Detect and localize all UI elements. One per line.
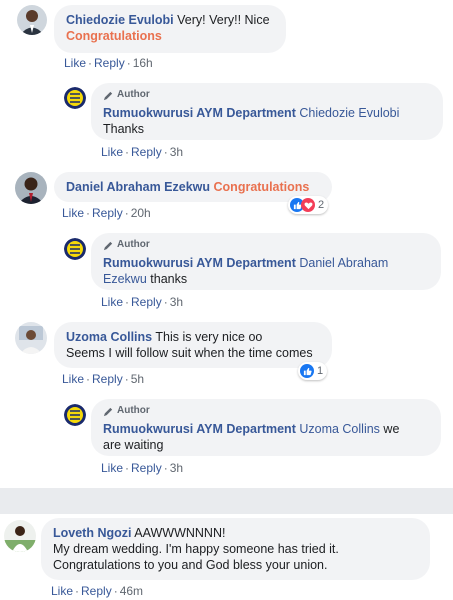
section-divider — [0, 488, 453, 514]
page-logo-icon — [64, 238, 86, 260]
comment-actions: Like · Reply · 5h — [62, 372, 145, 386]
reaction-count: 2 — [318, 199, 325, 211]
love-reaction-icon — [301, 198, 315, 212]
comment-bubble: Loveth Ngozi AAWWWNNNN! My dream wedding… — [41, 518, 430, 580]
comment-bubble: Uzoma Collins This is very nice oo Seems… — [54, 322, 332, 368]
commenter-name[interactable]: Rumuokwurusi AYM Department — [103, 256, 296, 270]
mention-link[interactable]: Uzoma Collins — [299, 422, 380, 436]
comment-bubble: Chiedozie Evulobi Very! Very!! Nice Cong… — [54, 5, 286, 53]
author-badge: Author — [103, 403, 429, 419]
comment-actions: Like · Reply · 16h — [64, 56, 153, 70]
timestamp[interactable]: 3h — [170, 295, 183, 309]
comment-highlight: Congratulations — [213, 180, 310, 194]
pencil-icon — [103, 407, 113, 416]
reply-text: thanks — [150, 272, 188, 286]
page-logo-icon — [64, 87, 86, 109]
like-link[interactable]: Like — [101, 461, 123, 475]
pencil-icon — [103, 91, 113, 100]
like-link[interactable]: Like — [62, 372, 84, 386]
reply-link[interactable]: Reply — [131, 461, 162, 475]
like-link[interactable]: Like — [101, 145, 123, 159]
mention-link[interactable]: Daniel Abraham — [299, 256, 388, 270]
page-logo-icon — [64, 404, 86, 426]
pencil-icon — [103, 241, 113, 250]
reply-text: Thanks — [103, 122, 144, 136]
comment-highlight: Congratulations — [66, 29, 162, 43]
timestamp[interactable]: 3h — [170, 145, 183, 159]
reaction-summary[interactable]: 2 — [288, 196, 329, 214]
reaction-count: 1 — [317, 365, 324, 377]
mention-link[interactable]: Ezekwu — [103, 272, 147, 286]
reaction-summary[interactable]: 1 — [298, 362, 328, 380]
avatar[interactable] — [15, 322, 47, 354]
reply-text: we — [383, 422, 400, 436]
reply-bubble: Author Rumuokwurusi AYM Department Uzoma… — [91, 399, 441, 456]
reply-link[interactable]: Reply — [131, 145, 162, 159]
comment-text: Seems I will follow suit when the time c… — [66, 346, 313, 360]
reply-link[interactable]: Reply — [131, 295, 162, 309]
like-link[interactable]: Like — [62, 206, 84, 220]
comment-text: My dream wedding. I'm happy someone has … — [53, 542, 339, 556]
comment-text: Very! Very!! Nice — [177, 13, 270, 27]
comment-actions: Like · Reply · 20h — [62, 206, 151, 220]
reply-link[interactable]: Reply — [81, 584, 112, 598]
avatar[interactable] — [4, 520, 36, 552]
author-badge: Author — [103, 237, 429, 253]
reply-link[interactable]: Reply — [94, 56, 125, 70]
author-badge: Author — [103, 87, 431, 103]
mention-link[interactable]: Chiedozie Evulobi — [299, 106, 399, 120]
avatar[interactable] — [15, 172, 47, 204]
commenter-name[interactable]: Uzoma Collins — [66, 330, 152, 344]
comment-text: AAWWWNNNN! — [134, 526, 226, 540]
person-photo-icon — [17, 5, 47, 35]
reply-bubble: Author Rumuokwurusi AYM Department Chied… — [91, 83, 443, 140]
like-link[interactable]: Like — [51, 584, 73, 598]
avatar[interactable] — [17, 5, 47, 35]
reply-bubble: Author Rumuokwurusi AYM Department Danie… — [91, 233, 441, 290]
comment-actions: Like · Reply · 46m — [51, 584, 144, 598]
timestamp[interactable]: 3h — [170, 461, 183, 475]
commenter-name[interactable]: Chiedozie Evulobi — [66, 13, 174, 27]
commenter-name[interactable]: Loveth Ngozi — [53, 526, 131, 540]
comment-text: This is very nice oo — [155, 330, 263, 344]
person-photo-icon — [4, 520, 36, 552]
reply-actions: Like · Reply · 3h — [101, 461, 184, 475]
reply-actions: Like · Reply · 3h — [101, 145, 184, 159]
comment-text: Congratulations to you and God bless you… — [53, 558, 328, 572]
timestamp[interactable]: 5h — [131, 372, 144, 386]
timestamp[interactable]: 20h — [131, 206, 151, 220]
commenter-name[interactable]: Rumuokwurusi AYM Department — [103, 106, 296, 120]
timestamp[interactable]: 46m — [120, 584, 143, 598]
like-link[interactable]: Like — [64, 56, 86, 70]
reply-actions: Like · Reply · 3h — [101, 295, 184, 309]
person-photo-icon — [15, 322, 47, 354]
reply-link[interactable]: Reply — [92, 206, 123, 220]
commenter-name[interactable]: Rumuokwurusi AYM Department — [103, 422, 296, 436]
person-photo-icon — [15, 172, 47, 204]
timestamp[interactable]: 16h — [133, 56, 153, 70]
commenter-name[interactable]: Daniel Abraham Ezekwu — [66, 180, 210, 194]
like-link[interactable]: Like — [101, 295, 123, 309]
reply-text: are waiting — [103, 438, 164, 452]
avatar[interactable] — [64, 238, 86, 260]
avatar[interactable] — [64, 404, 86, 426]
reply-link[interactable]: Reply — [92, 372, 123, 386]
like-reaction-icon — [300, 364, 314, 378]
avatar[interactable] — [64, 87, 86, 109]
